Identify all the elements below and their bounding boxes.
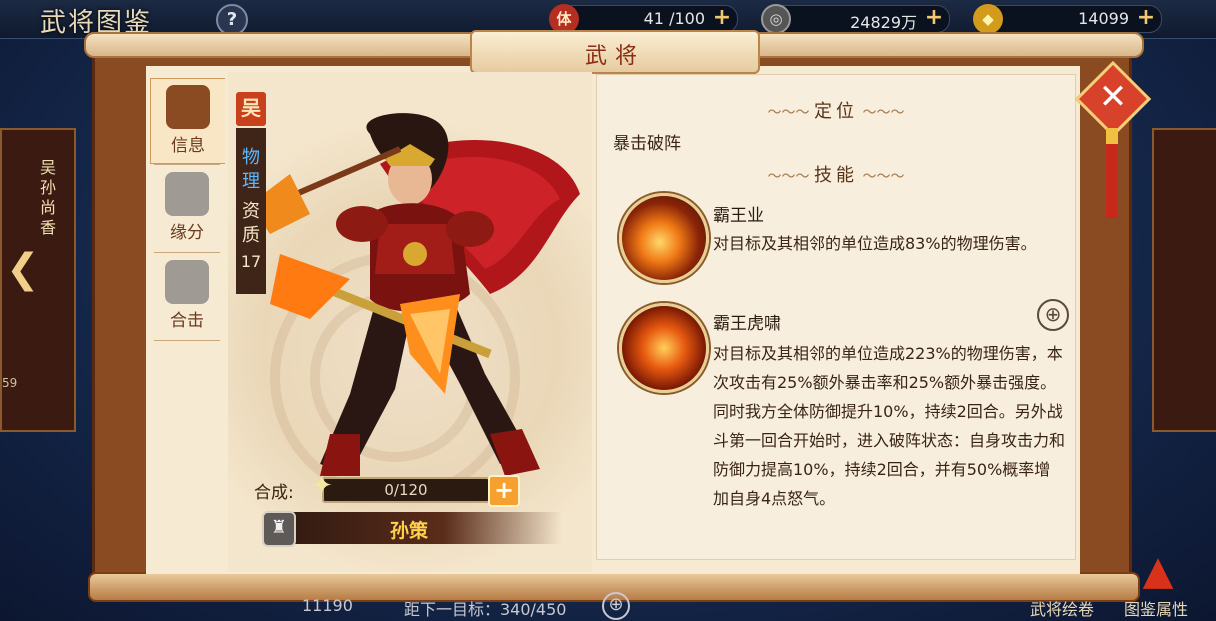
prev-hero-name: 吴 孙尚香	[40, 158, 57, 237]
gold-ingot-icon: ◆	[973, 4, 1003, 34]
tab-combo[interactable]: 合击	[150, 254, 224, 338]
shoulder-right	[446, 211, 494, 247]
aptitude-label: 资质	[242, 201, 260, 246]
tab-fate-label: 缘分	[170, 223, 204, 243]
collection-attr-button[interactable]: 图鉴属性	[1124, 596, 1188, 620]
aptitude-value: 17	[240, 252, 262, 271]
tab-info-label: 信息	[171, 136, 205, 156]
tassel-decoration	[1106, 128, 1118, 218]
attack-type: 物理	[242, 147, 260, 192]
stamina-value: 41 /100	[643, 9, 705, 28]
skill-2-name: 霸王虎啸	[713, 314, 781, 334]
scroll-icon	[166, 85, 210, 129]
tab-fate[interactable]: 缘分	[150, 166, 224, 250]
collection-power: 11190	[302, 596, 353, 615]
side-tabs: 信息 缘分 合击	[150, 78, 226, 348]
tab-divider	[154, 252, 220, 253]
ornament-right-icon: ～～～	[858, 169, 905, 185]
panel-header: 武将	[470, 30, 760, 74]
hero-scroll-button[interactable]: 武将绘卷	[1030, 596, 1094, 620]
synthesis-label: 合成:	[254, 483, 294, 503]
ornament-right-icon: ～～～	[858, 105, 905, 121]
armor-emblem	[403, 242, 427, 266]
skill-2-tiger-icon[interactable]	[619, 303, 709, 393]
add-fragment-button[interactable]: +	[488, 475, 520, 507]
rank-shield-icon: ♜	[262, 511, 296, 547]
skill-1-desc: 对目标及其相邻的单位造成83%的物理伤害。	[713, 234, 1037, 253]
combo-icon	[165, 260, 209, 304]
next-target-text: 距下一目标：340/450	[404, 600, 567, 619]
boot-right	[490, 429, 540, 476]
halberd-blade-left	[270, 254, 350, 319]
ornament-left-icon: ～～～	[767, 105, 814, 121]
tab-combo-label: 合击	[170, 311, 204, 331]
hero-name: 孙策	[389, 520, 428, 542]
puzzle-piece-icon: ✦	[311, 471, 333, 501]
hero-type-box: 物理 资质 17	[236, 128, 266, 294]
stamina-resource: 体 41 /100 +	[549, 4, 738, 34]
skills-section-title: ～～～ 技能 ～～～	[597, 161, 1075, 187]
prev-arrow-icon[interactable]: ❮	[6, 246, 40, 292]
upgrade-arrow-icon: ▲	[1142, 548, 1174, 594]
next-hero-card[interactable]	[1152, 128, 1216, 432]
hero-info-panel: ～～～ 定位 ～～～ 暴击破阵 ～～～ 技能 ～～～ 霸王业 对目标及其相邻的单…	[596, 74, 1076, 560]
coin-resource: ◎ 24829万 +	[761, 4, 950, 34]
fate-icon	[165, 172, 209, 216]
coin-value: 24829万	[850, 13, 917, 32]
shoulder-left	[336, 206, 388, 242]
faction-badge: 吴	[236, 92, 266, 126]
close-icon[interactable]: ✕	[1086, 72, 1140, 126]
prev-hero-number: 59	[2, 376, 18, 390]
ornament-left-icon: ～～～	[767, 169, 814, 185]
gold-value: 14099	[1078, 9, 1129, 28]
synthesis-progress-bar: 0/120	[322, 477, 490, 503]
panel-title: 武将	[584, 44, 645, 69]
skills-title-text: 技能	[814, 165, 858, 186]
zoom-in-icon[interactable]: ⊕	[1037, 299, 1069, 331]
position-text: 暴击破阵	[613, 134, 681, 154]
tab-info[interactable]: 信息	[150, 78, 225, 164]
gold-resource: ◆ 14099 +	[973, 4, 1162, 34]
position-title-text: 定位	[814, 101, 858, 122]
coin-icon: ◎	[761, 4, 791, 34]
target-zoom-icon[interactable]: ⊕	[602, 592, 630, 620]
tab-divider	[154, 164, 220, 165]
tab-divider	[154, 340, 220, 341]
hero-portrait	[250, 113, 580, 476]
add-stamina-button[interactable]: +	[711, 7, 733, 30]
synthesis-progress-text: 0/120	[384, 481, 428, 499]
skill-1-flame-icon[interactable]	[619, 193, 709, 283]
boot-left	[320, 434, 360, 476]
add-coin-button[interactable]: +	[923, 7, 945, 30]
hero-name-bar: 孙策	[266, 512, 562, 544]
position-section-title: ～～～ 定位 ～～～	[597, 97, 1075, 123]
skill-1-name: 霸王业	[713, 206, 764, 226]
add-gold-button[interactable]: +	[1135, 7, 1157, 30]
skill-2-desc: 对目标及其相邻的单位造成223%的物理伤害，本次攻击有25%额外暴击率和25%额…	[713, 344, 1066, 508]
